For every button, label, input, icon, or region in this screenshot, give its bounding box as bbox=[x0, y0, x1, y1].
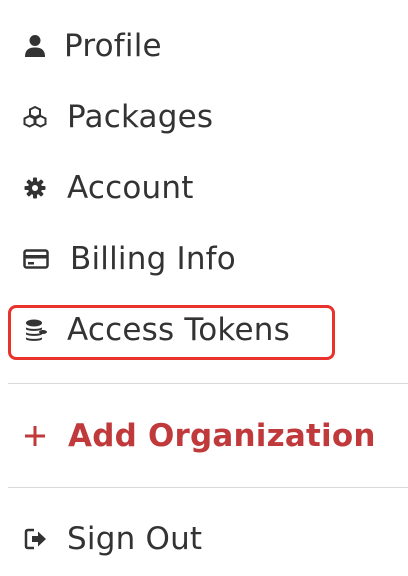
plus-icon bbox=[22, 423, 48, 449]
sign-out-icon bbox=[23, 526, 49, 552]
add-organization-button[interactable]: Add Organization bbox=[0, 412, 390, 460]
menu-item-label: Packages bbox=[67, 98, 214, 135]
menu-item-access-tokens[interactable]: Access Tokens bbox=[0, 306, 330, 354]
menu-divider bbox=[8, 383, 408, 384]
user-icon bbox=[22, 33, 48, 59]
sign-out-button[interactable]: Sign Out bbox=[0, 515, 240, 563]
menu-item-label: Sign Out bbox=[67, 520, 203, 557]
account-dropdown-menu: Profile Packages Account Billing Info Ac… bbox=[0, 0, 408, 576]
menu-item-billing-info[interactable]: Billing Info bbox=[0, 235, 270, 283]
credit-card-icon bbox=[23, 246, 49, 272]
menu-item-label: Profile bbox=[64, 27, 162, 64]
menu-item-account[interactable]: Account bbox=[0, 164, 240, 212]
coins-icon bbox=[23, 317, 49, 343]
menu-item-label: Account bbox=[67, 169, 194, 206]
add-organization-label: Add Organization bbox=[68, 417, 376, 454]
menu-item-label: Access Tokens bbox=[67, 311, 290, 348]
gear-icon bbox=[22, 175, 48, 201]
menu-item-packages[interactable]: Packages bbox=[0, 93, 260, 141]
cubes-icon bbox=[22, 104, 48, 130]
menu-divider bbox=[8, 487, 408, 488]
menu-item-label: Billing Info bbox=[70, 240, 236, 277]
menu-item-profile[interactable]: Profile bbox=[0, 22, 200, 70]
